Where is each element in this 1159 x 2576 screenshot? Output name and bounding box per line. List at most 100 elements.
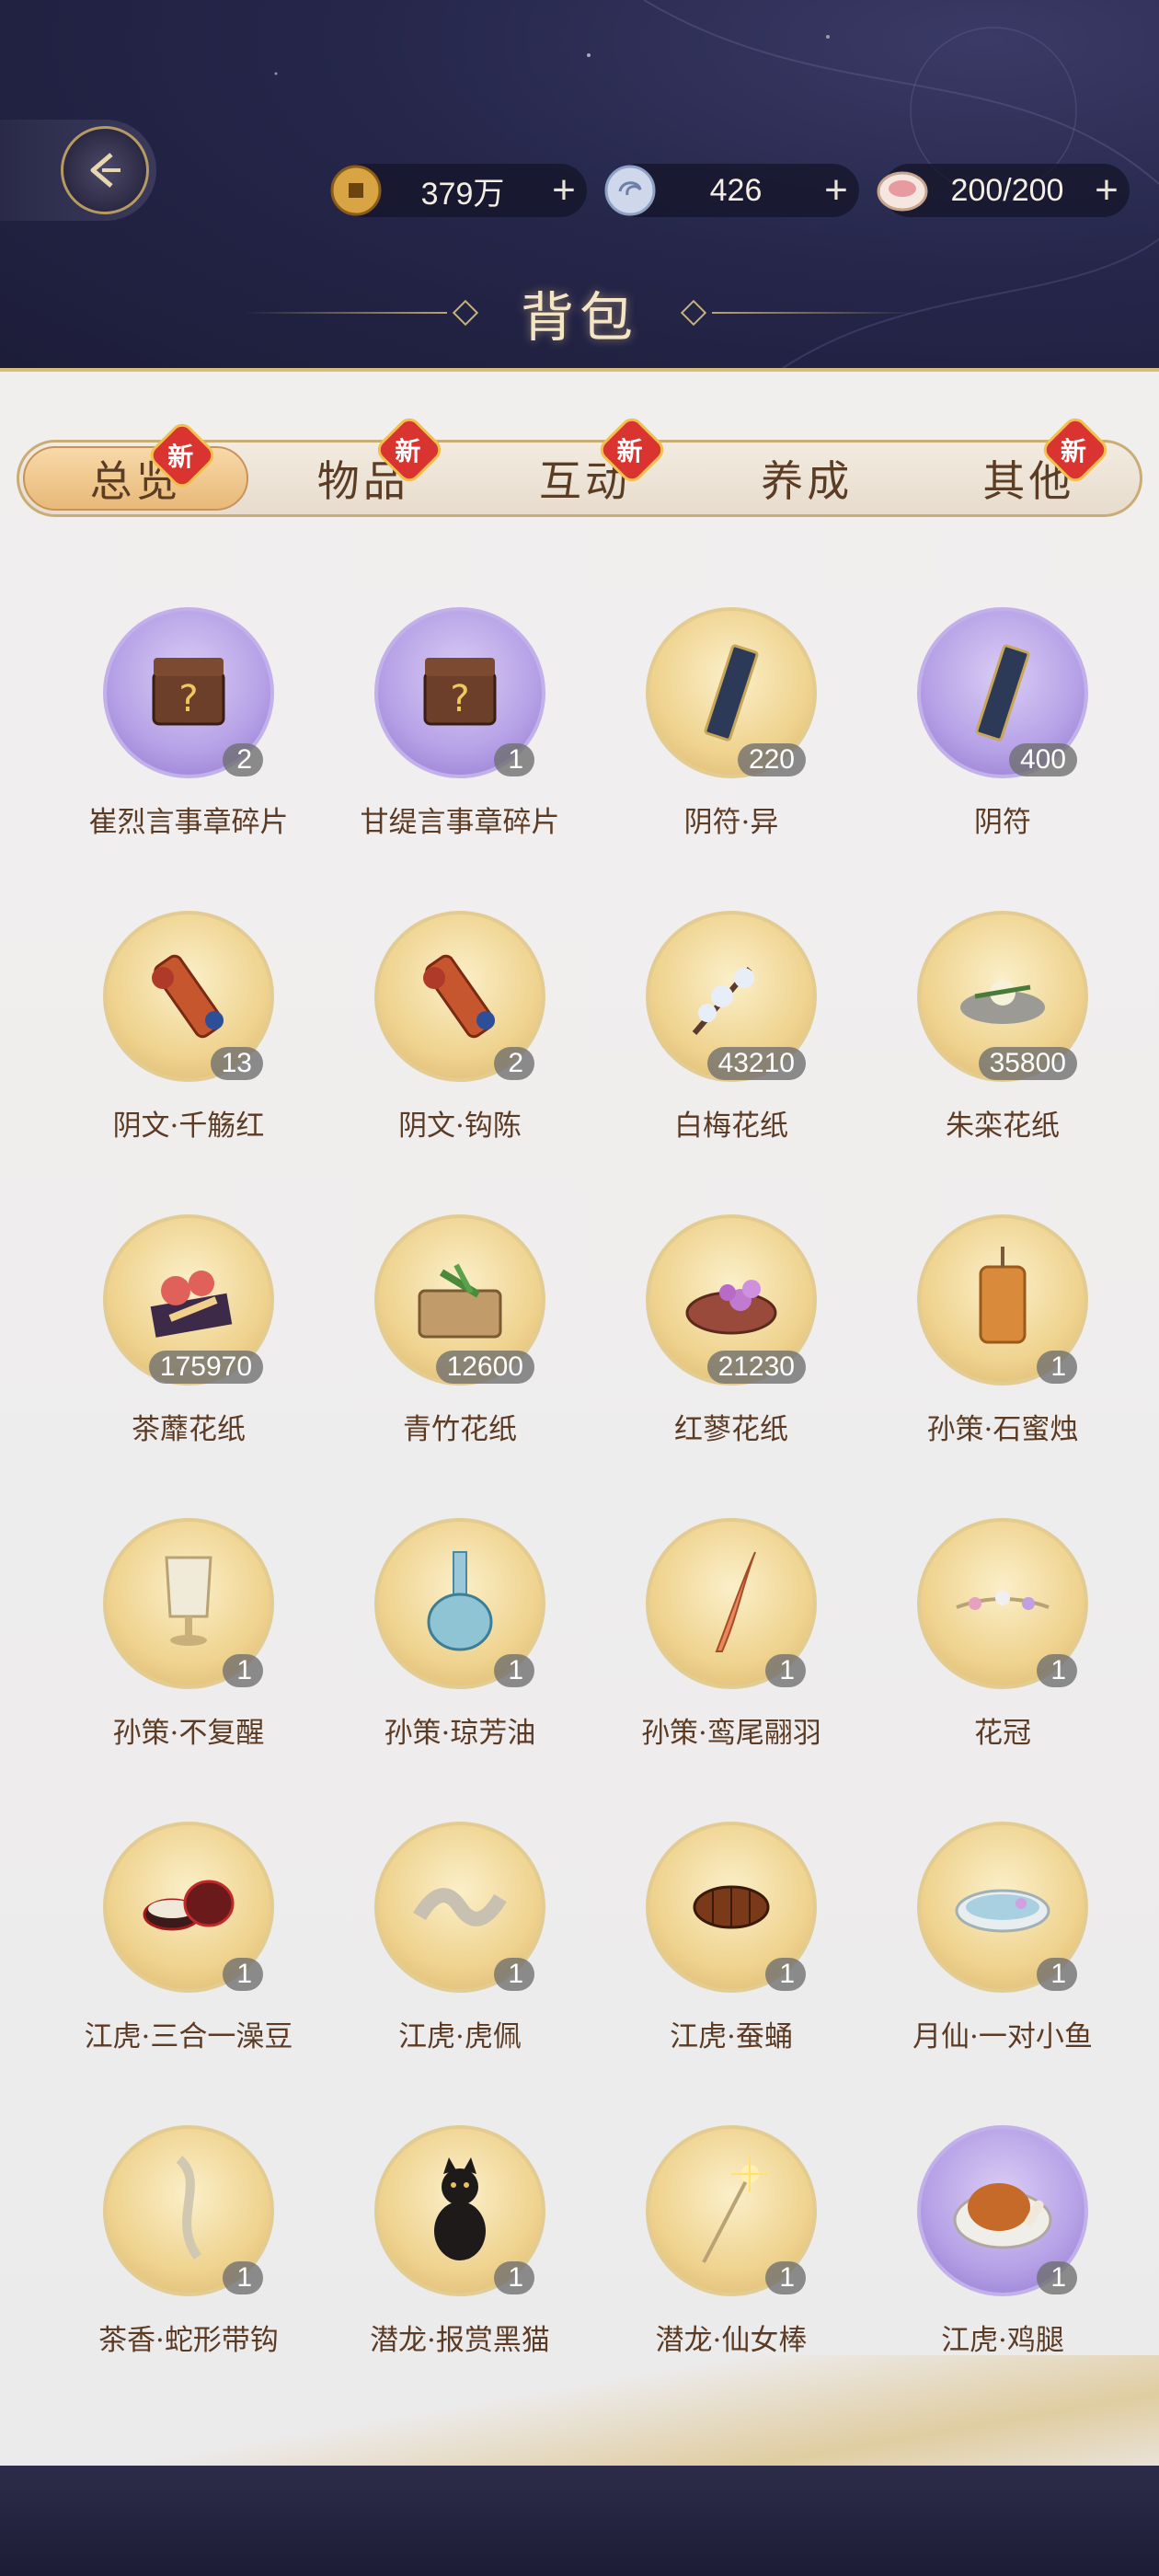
item-name: 江虎·虎佩 [398,2020,522,2053]
stamina-resource: 200/200 + [877,164,1130,217]
item-name: 孙策·不复醒 [112,1717,265,1750]
item-count: 1 [223,1654,263,1687]
item-count: 400 [1008,743,1077,776]
coin-icon [327,162,384,219]
svg-text:?: ? [450,678,469,720]
tab-other[interactable]: 其他 新 [918,417,1140,514]
inventory-item[interactable]: 1 潜龙·报赏黑猫 [327,2125,593,2383]
food-bowl-icon [874,162,931,219]
item-count: 1 [1037,1654,1077,1687]
inventory-item[interactable]: 1 江虎·虎佩 [327,1822,593,2079]
add-stamina-button[interactable]: + [1084,170,1130,211]
diamond-ornament-icon [452,299,479,327]
item-name: 江虎·蚕蛹 [670,2020,793,2053]
item-count: 1 [223,2261,263,2294]
item-name: 孙策·石蜜烛 [926,1413,1079,1446]
inventory-item[interactable]: 1 孙策·石蜜烛 [869,1214,1136,1472]
item-name: 月仙·一对小鱼 [912,2020,1093,2053]
item-count: 1 [494,743,534,776]
item-name: 茶香·蛇形带钩 [98,2324,279,2357]
inventory-item[interactable]: 1 潜龙·仙女棒 [598,2125,865,2383]
inventory-item[interactable]: 1 花冠 [869,1518,1136,1776]
item-count: 1 [494,1654,534,1687]
inventory-item[interactable]: 2 阴文·钩陈 [327,911,593,1168]
new-badge: 新 [377,417,442,483]
title-row: 背包 [0,276,1159,350]
tab-items[interactable]: 物品 新 [252,417,474,514]
back-arrow-icon [61,126,149,214]
item-count: 2 [223,743,263,776]
coin-resource: 379万 + [330,164,587,217]
item-count: 1 [1037,2261,1077,2294]
item-name: 潜龙·报赏黑猫 [370,2324,550,2357]
footer-background [0,2466,1159,2576]
jade-icon [602,162,659,219]
item-name: 甘缇言事章碎片 [360,806,560,839]
diamond-ornament-icon [680,299,707,327]
item-count: 1 [494,1958,534,1991]
item-count: 1 [765,2261,806,2294]
item-count: 1 [765,1958,806,1991]
item-name: 阴文·千觞红 [112,1110,265,1143]
item-count: 175970 [148,1351,263,1384]
item-count: 1 [1037,1351,1077,1384]
inventory-item[interactable]: 43210 白梅花纸 [598,911,865,1168]
inventory-item[interactable]: 1 江虎·三合一澡豆 [55,1822,322,2079]
inventory-item[interactable]: 1 孙策·不复醒 [55,1518,322,1776]
item-name: 潜龙·仙女棒 [655,2324,808,2357]
inventory-item[interactable]: ? 2 崔烈言事章碎片 [55,607,322,865]
tab-interaction[interactable]: 互动 新 [474,417,695,514]
item-count: 1 [765,1654,806,1687]
new-badge: 新 [149,422,215,489]
item-count: 12600 [435,1351,534,1384]
new-badge: 新 [1042,417,1108,483]
inventory-item[interactable]: 1 孙策·鸾尾翮羽 [598,1518,865,1776]
tab-cultivation[interactable]: 养成 [696,443,918,514]
jade-value: 426 [709,172,763,208]
item-name: 白梅花纸 [674,1110,788,1143]
inventory-item[interactable]: 1 茶香·蛇形带钩 [55,2125,322,2383]
item-name: 崔烈言事章碎片 [88,806,289,839]
tab-label: 养成 [761,456,854,506]
item-name: 孙策·琼芳油 [384,1717,536,1750]
item-name: 孙策·鸾尾翮羽 [641,1717,821,1750]
inventory-item[interactable]: ? 1 甘缇言事章碎片 [327,607,593,865]
add-coin-button[interactable]: + [541,170,587,211]
item-name: 花冠 [974,1717,1031,1750]
inventory-item[interactable]: 21230 红蓼花纸 [598,1214,865,1472]
item-name: 朱栾花纸 [946,1110,1060,1143]
item-name: 青竹花纸 [403,1413,517,1446]
inventory-item[interactable]: 220 阴符·异 [598,607,865,865]
inventory-item[interactable]: 35800 朱栾花纸 [869,911,1136,1168]
item-name: 江虎·鸡腿 [941,2324,1064,2357]
item-count: 1 [1037,1958,1077,1991]
item-name: 红蓼花纸 [674,1413,788,1446]
item-name: 茶蘼花纸 [132,1413,246,1446]
jade-resource: 426 + [604,164,859,217]
item-name: 江虎·三合一澡豆 [84,2020,293,2053]
item-count: 35800 [978,1047,1077,1080]
tab-overview[interactable]: 总览 新 [23,422,249,511]
add-jade-button[interactable]: + [813,170,859,211]
inventory-item[interactable]: 12600 青竹花纸 [327,1214,593,1472]
inventory-item[interactable]: 1 江虎·蚕蛹 [598,1822,865,2079]
inventory-item[interactable]: 1 月仙·一对小鱼 [869,1822,1136,2079]
item-name: 阴文·钩陈 [398,1110,522,1143]
back-button[interactable] [0,120,156,221]
item-count: 13 [210,1047,263,1080]
inventory-item[interactable]: 1 江虎·鸡腿 [869,2125,1136,2383]
inventory-item[interactable]: 13 阴文·千觞红 [55,911,322,1168]
new-badge: 新 [599,417,664,483]
item-count: 220 [737,743,806,776]
coin-value: 379万 [420,176,505,212]
inventory-item[interactable]: 1 孙策·琼芳油 [327,1518,593,1776]
inventory-item[interactable]: 400 阴符 [869,607,1136,865]
inventory-item[interactable]: 175970 茶蘼花纸 [55,1214,322,1472]
item-count: 1 [494,2261,534,2294]
item-count: 2 [494,1047,534,1080]
item-count: 21230 [706,1351,806,1384]
stamina-value: 200/200 [950,172,1064,208]
item-count: 1 [223,1958,263,1991]
item-count: 43210 [706,1047,806,1080]
page-title: 背包 [520,286,638,349]
